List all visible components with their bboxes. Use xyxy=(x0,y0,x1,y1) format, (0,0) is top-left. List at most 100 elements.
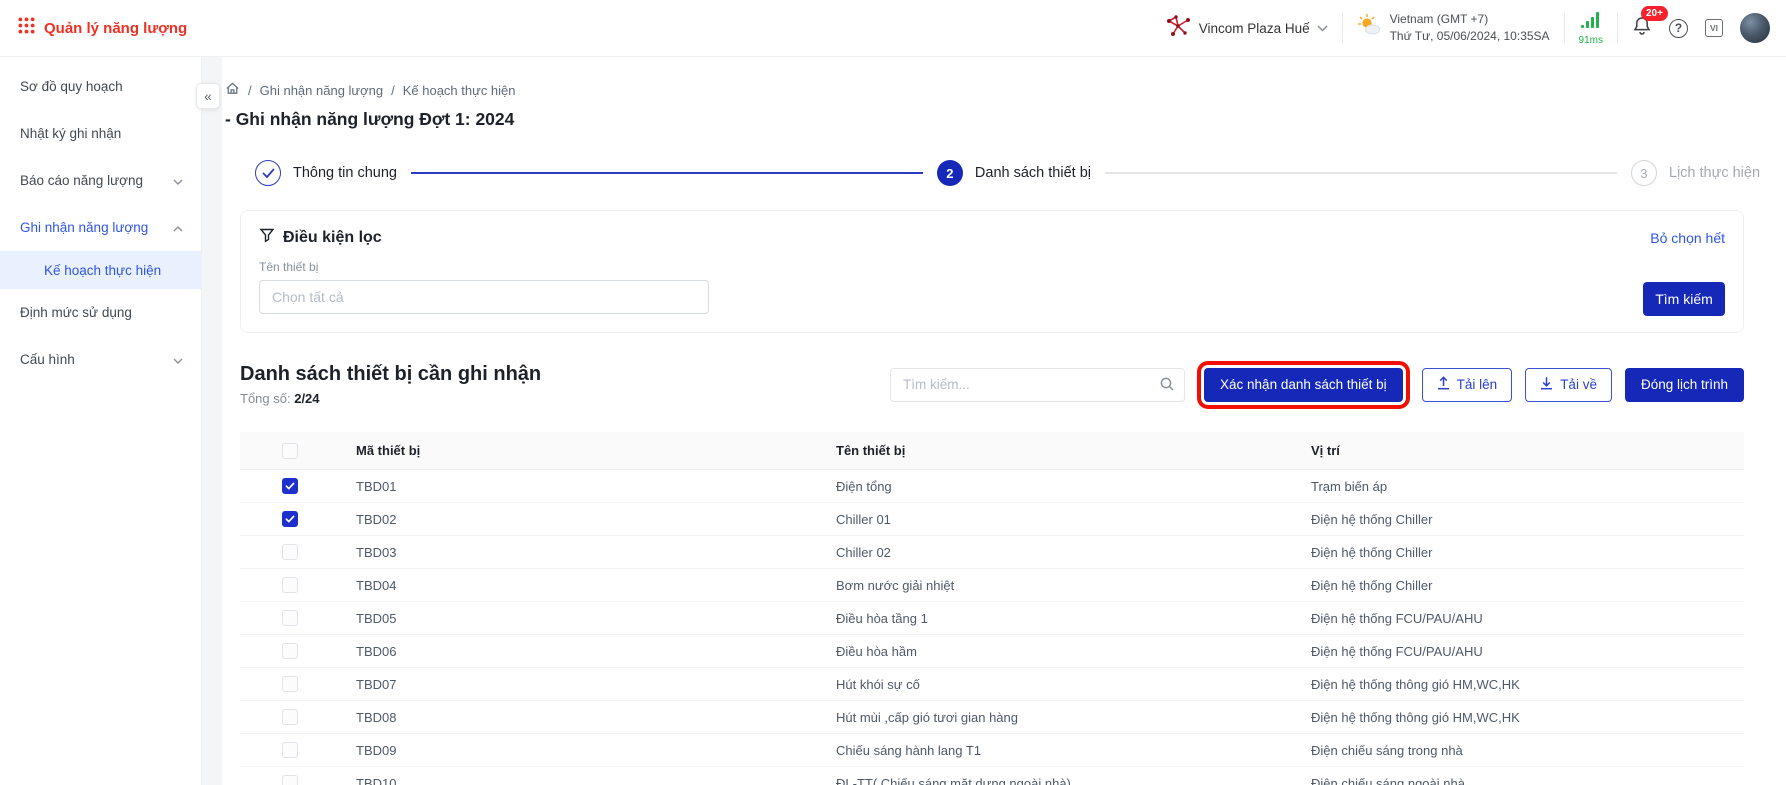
datetime-label: Thứ Tư, 05/06/2024, 10:35SA xyxy=(1390,28,1550,45)
device-location: Trạm biến áp xyxy=(1295,479,1744,494)
step-check-icon xyxy=(255,160,281,186)
table-row: TBD02Chiller 01Điện hệ thống Chiller xyxy=(240,503,1744,536)
sidebar-item-dinh-muc-su-dung[interactable]: Định mức sử dụng xyxy=(0,289,201,336)
row-checkbox[interactable] xyxy=(282,742,298,758)
table-row: TBD06Điều hòa hầmĐiện hệ thống FCU/PAU/A… xyxy=(240,635,1744,668)
device-code: TBD07 xyxy=(340,677,820,692)
device-location: Điện hệ thống thông gió HM,WC,HK xyxy=(1295,710,1744,725)
site-name: Vincom Plaza Huế xyxy=(1199,21,1310,36)
app-brand: Quản lý năng lượng xyxy=(18,17,187,39)
upload-button[interactable]: Tải lên xyxy=(1422,368,1513,402)
row-checkbox[interactable] xyxy=(282,511,298,527)
row-checkbox[interactable] xyxy=(282,676,298,692)
total-value: 2/24 xyxy=(294,391,319,406)
row-checkbox[interactable] xyxy=(282,478,298,494)
step-connector xyxy=(411,172,923,174)
device-code: TBD05 xyxy=(340,611,820,626)
table-row: TBD07Hút khói sự cốĐiện hệ thống thông g… xyxy=(240,668,1744,701)
notification-badge: 20+ xyxy=(1641,6,1668,21)
column-header-code: Mã thiết bị xyxy=(340,443,820,458)
sidebar-item-bao-cao-nang-luong[interactable]: Báo cáo năng lượng xyxy=(0,157,201,204)
language-toggle[interactable]: VI xyxy=(1705,19,1723,37)
list-title: Danh sách thiết bị cần ghi nhận xyxy=(240,363,541,386)
top-header: Quản lý năng lượng Vincom Plaza Huế xyxy=(0,0,1786,57)
device-name: Hút mùi ,cấp gió tươi gian hàng xyxy=(820,710,1295,725)
sidebar-collapse-button[interactable]: « xyxy=(196,83,220,109)
device-code: TBD06 xyxy=(340,644,820,659)
device-location: Điện chiếu sáng trong nhà xyxy=(1295,743,1744,758)
device-name: ĐL-TT( Chiếu sáng mặt dựng ngoài nhà) xyxy=(820,776,1295,785)
confirm-device-list-button[interactable]: Xác nhận danh sách thiết bị xyxy=(1204,368,1403,402)
device-location: Điện chiếu sáng ngoài nhà xyxy=(1295,776,1744,785)
weather-sun-icon xyxy=(1357,13,1382,43)
step-danh-sach-thiet-bi[interactable]: 2 Danh sách thiết bị xyxy=(937,160,1091,186)
device-location: Điện hệ thống Chiller xyxy=(1295,578,1744,593)
breadcrumb-separator: / xyxy=(248,83,252,98)
sidebar-item-nhat-ky-ghi-nhan[interactable]: Nhật ký ghi nhận xyxy=(0,110,201,157)
app-title: Quản lý năng lượng xyxy=(44,20,187,37)
device-code: TBD01 xyxy=(340,479,820,494)
device-name: Bơm nước giải nhiệt xyxy=(820,578,1295,593)
row-checkbox[interactable] xyxy=(282,577,298,593)
device-name: Chiller 01 xyxy=(820,512,1295,527)
home-icon[interactable] xyxy=(225,81,240,99)
table-body: TBD01Điện tổngTrạm biến áp TBD02Chiller 0… xyxy=(240,470,1744,785)
step-thong-tin-chung[interactable]: Thông tin chung xyxy=(255,160,397,186)
chevron-down-icon xyxy=(173,173,183,188)
breadcrumb: / Ghi nhận năng lượng / Kế hoạch thực hi… xyxy=(225,81,1786,99)
device-code: TBD10 xyxy=(340,776,820,785)
sidebar-item-so-do-quy-hoach[interactable]: Sơ đồ quy hoạch xyxy=(0,63,201,110)
device-location: Điện hệ thống FCU/PAU/AHU xyxy=(1295,611,1744,626)
search-button[interactable]: Tìm kiếm xyxy=(1643,282,1725,316)
device-table: Mã thiết bị Tên thiết bị Vị trí TBD01Điệ… xyxy=(240,432,1744,785)
device-name-input[interactable] xyxy=(259,280,709,314)
table-search-input[interactable] xyxy=(890,368,1185,402)
site-selector[interactable]: Vincom Plaza Huế xyxy=(1165,14,1328,43)
sidebar-gutter: « xyxy=(202,57,222,785)
user-avatar[interactable] xyxy=(1740,13,1770,43)
device-location: Điện hệ thống FCU/PAU/AHU xyxy=(1295,644,1744,659)
device-location: Điện hệ thống Chiller xyxy=(1295,512,1744,527)
table-row: TBD09Chiếu sáng hành lang T1Điện chiếu s… xyxy=(240,734,1744,767)
row-checkbox[interactable] xyxy=(282,775,298,785)
timezone-label: Vietnam (GMT +7) xyxy=(1390,11,1550,28)
help-button[interactable]: ? xyxy=(1669,19,1688,38)
device-code: TBD03 xyxy=(340,545,820,560)
breadcrumb-ke-hoach-thuc-hien[interactable]: Kế hoạch thực hiện xyxy=(403,83,516,98)
vincom-logo-icon xyxy=(1165,14,1192,43)
row-checkbox[interactable] xyxy=(282,643,298,659)
device-name: Điện tổng xyxy=(820,479,1295,494)
device-location: Điện hệ thống Chiller xyxy=(1295,545,1744,560)
step-lich-thuc-hien[interactable]: 3 Lịch thực hiện xyxy=(1631,160,1760,186)
table-row: TBD05Điều hòa tầng 1Điện hệ thống FCU/PA… xyxy=(240,602,1744,635)
device-name: Chiller 02 xyxy=(820,545,1295,560)
device-name: Điều hòa hầm xyxy=(820,644,1295,659)
sidebar-item-cau-hinh[interactable]: Cấu hình xyxy=(0,336,201,383)
close-schedule-button[interactable]: Đóng lịch trình xyxy=(1625,368,1744,402)
download-button[interactable]: Tải về xyxy=(1525,368,1612,402)
stepper: Thông tin chung 2 Danh sách thiết bị 3 L… xyxy=(255,160,1760,186)
sidebar-item-ghi-nhan-nang-luong[interactable]: Ghi nhận năng lượng xyxy=(0,204,201,251)
notifications-button[interactable]: 20+ xyxy=(1632,15,1652,41)
row-checkbox[interactable] xyxy=(282,544,298,560)
filter-title: Điều kiện lọc xyxy=(283,229,382,247)
table-header-row: Mã thiết bị Tên thiết bị Vị trí xyxy=(240,432,1744,470)
chevron-down-icon xyxy=(173,352,183,367)
divider xyxy=(1342,13,1343,43)
table-row: TBD10ĐL-TT( Chiếu sáng mặt dựng ngoài nh… xyxy=(240,767,1744,785)
row-checkbox[interactable] xyxy=(282,610,298,626)
timezone-block: Vietnam (GMT +7) Thứ Tư, 05/06/2024, 10:… xyxy=(1357,11,1550,46)
apps-grid-icon[interactable] xyxy=(18,17,35,39)
device-name: Hút khói sự cố xyxy=(820,677,1295,692)
select-all-checkbox[interactable] xyxy=(282,443,298,459)
row-checkbox[interactable] xyxy=(282,709,298,725)
clear-all-link[interactable]: Bỏ chọn hết xyxy=(1650,230,1725,246)
table-row: TBD04Bơm nước giải nhiệtĐiện hệ thống Ch… xyxy=(240,569,1744,602)
chevron-up-icon xyxy=(173,220,183,235)
device-name: Chiếu sáng hành lang T1 xyxy=(820,743,1295,758)
breadcrumb-ghi-nhan-nang-luong[interactable]: Ghi nhận năng lượng xyxy=(260,83,383,98)
sidebar-item-ke-hoach-thuc-hien[interactable]: Kế hoạch thực hiện xyxy=(0,251,201,289)
table-row: TBD08Hút mùi ,cấp gió tươi gian hàngĐiện… xyxy=(240,701,1744,734)
device-location: Điện hệ thống thông gió HM,WC,HK xyxy=(1295,677,1744,692)
divider xyxy=(1617,13,1618,43)
